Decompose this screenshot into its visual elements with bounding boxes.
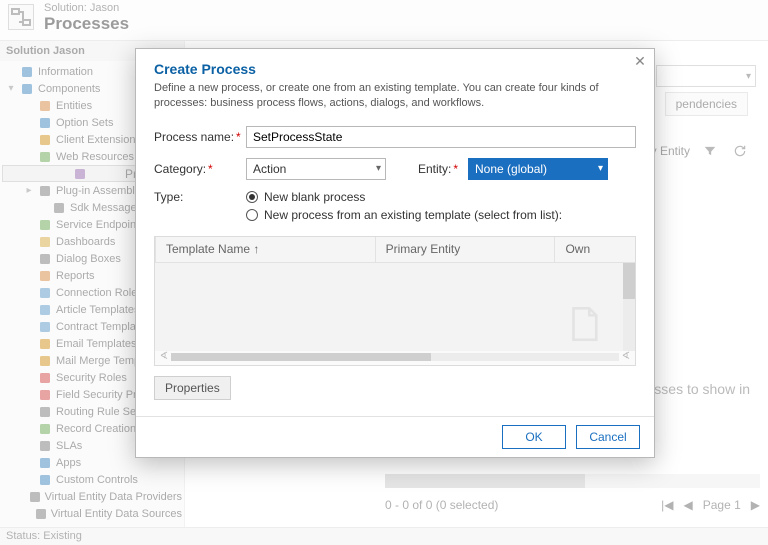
col-primary-entity[interactable]: Primary Entity — [376, 242, 555, 256]
close-icon[interactable]: ✕ — [632, 53, 648, 69]
col-owner[interactable]: Own — [555, 242, 635, 256]
radio-from-template-label: New process from an existing template (s… — [264, 208, 562, 222]
radio-new-blank-label: New blank process — [264, 190, 365, 204]
template-vscroll[interactable] — [623, 263, 635, 351]
template-hscroll[interactable]: ∢ ∢ — [159, 351, 631, 363]
document-placeholder-icon — [563, 303, 605, 345]
radio-from-template[interactable] — [246, 209, 258, 221]
entity-value: None (global) — [475, 162, 547, 176]
create-process-dialog: ✕ Create Process Define a new process, o… — [135, 48, 655, 458]
label-type: Type: — [154, 190, 183, 204]
cancel-button[interactable]: Cancel — [576, 425, 640, 449]
process-name-input[interactable] — [246, 126, 636, 148]
entity-select[interactable]: None (global) ▾ — [468, 158, 608, 180]
label-process-name: Process name: — [154, 130, 234, 144]
chevron-down-icon: ▾ — [376, 163, 381, 174]
dialog-description: Define a new process, or create one from… — [154, 81, 636, 112]
label-category: Category: — [154, 162, 206, 176]
radio-new-blank[interactable] — [246, 191, 258, 203]
dialog-title: Create Process — [154, 61, 636, 77]
chevron-down-icon: ▾ — [598, 163, 603, 174]
properties-button[interactable]: Properties — [154, 376, 231, 400]
category-value: Action — [253, 162, 286, 176]
col-template-name[interactable]: Template Name ↑ — [156, 242, 375, 256]
category-select[interactable]: Action ▾ — [246, 158, 386, 180]
ok-button[interactable]: OK — [502, 425, 566, 449]
label-entity: Entity: — [418, 162, 451, 176]
template-list: Template Name ↑ Primary Entity Own ∢ ∢ — [154, 236, 636, 366]
